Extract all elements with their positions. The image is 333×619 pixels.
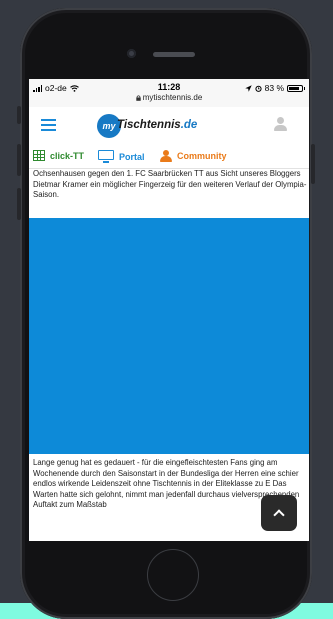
site-header: my Tischtennis.de bbox=[29, 107, 309, 147]
user-icon[interactable] bbox=[273, 117, 288, 132]
front-camera bbox=[127, 49, 136, 58]
logo-wordmark: Tischtennis.de bbox=[117, 119, 197, 131]
phone-screen: o2-de 11:28 mytischtennis.de 83 % my Tis… bbox=[29, 79, 309, 541]
tab-label: Portal bbox=[119, 151, 145, 162]
volume-down-button bbox=[17, 188, 21, 220]
address-bar[interactable]: mytischtennis.de bbox=[29, 93, 309, 102]
tab-click-tt[interactable]: click-TT bbox=[33, 150, 84, 161]
battery-percent: 83 % bbox=[264, 83, 284, 93]
tab-portal[interactable]: Portal bbox=[98, 150, 145, 163]
location-arrow-icon bbox=[244, 84, 252, 92]
tab-label: click-TT bbox=[50, 150, 85, 161]
menu-icon[interactable] bbox=[41, 119, 56, 131]
logo-suffix: .de bbox=[180, 119, 198, 131]
person-icon bbox=[160, 150, 172, 162]
scroll-to-top-button[interactable] bbox=[261, 495, 297, 531]
lock-icon bbox=[136, 95, 141, 101]
mute-switch bbox=[17, 106, 21, 124]
monitor-icon bbox=[98, 150, 114, 163]
earpiece-speaker bbox=[153, 52, 195, 57]
tab-label: Community bbox=[177, 151, 227, 161]
portal-tabs: click-TT Portal Community bbox=[29, 147, 309, 169]
grid-icon bbox=[33, 150, 45, 161]
tab-community[interactable]: Community bbox=[160, 150, 227, 162]
home-button[interactable] bbox=[147, 549, 199, 601]
power-button bbox=[311, 144, 315, 184]
url-label: mytischtennis.de bbox=[142, 93, 203, 102]
article-intro: Ochsenhausen gegen den 1. FC Saarbrücken… bbox=[33, 169, 307, 199]
chevron-up-icon bbox=[273, 508, 285, 521]
alarm-icon bbox=[255, 85, 262, 92]
status-right: 83 % bbox=[244, 83, 305, 93]
volume-up-button bbox=[17, 144, 21, 176]
status-bar: o2-de 11:28 mytischtennis.de 83 % bbox=[29, 79, 309, 107]
battery-icon bbox=[287, 84, 305, 92]
logo-name: Tischtennis bbox=[117, 119, 181, 131]
article-media[interactable] bbox=[29, 218, 309, 454]
